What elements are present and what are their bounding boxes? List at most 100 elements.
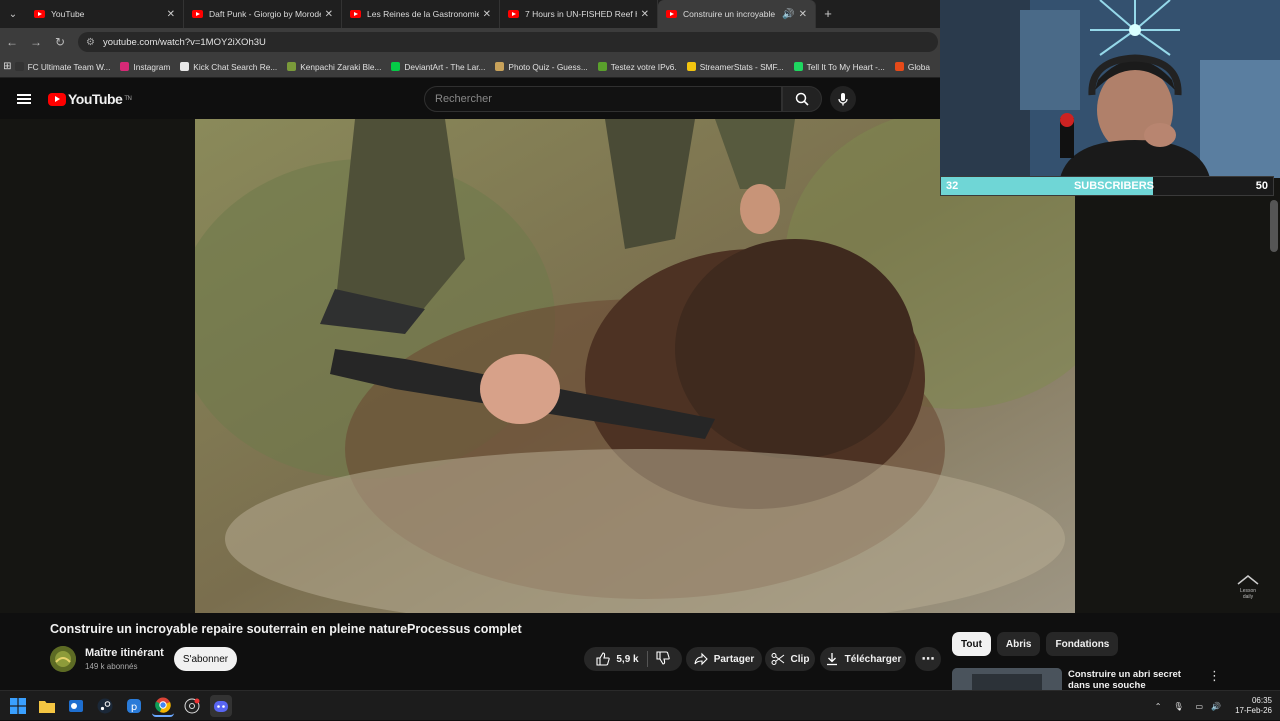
more-actions-button[interactable]: ⋯ (915, 647, 941, 671)
page-scrollbar[interactable] (1270, 200, 1278, 252)
outlook-icon[interactable] (65, 695, 87, 717)
microphone-icon (838, 93, 848, 106)
app-icon[interactable]: p (123, 695, 145, 717)
file-explorer-icon[interactable] (36, 695, 58, 717)
search-button[interactable] (782, 86, 822, 112)
share-button[interactable]: Partager (686, 647, 762, 671)
tab-construire-active[interactable]: Construire un incroyable re 🔊 ✕ (658, 0, 816, 28)
recommendation-menu-icon[interactable]: ⋮ (1208, 668, 1221, 684)
like-button[interactable]: 5,9 k (596, 652, 639, 666)
chip-fondations[interactable]: Fondations (1046, 632, 1119, 656)
close-icon[interactable]: ✕ (325, 9, 333, 20)
channel-name[interactable]: Maître itinérant (85, 647, 164, 659)
menu-icon[interactable] (0, 98, 48, 100)
youtube-logo[interactable]: YouTube TN (48, 91, 132, 107)
voice-search-button[interactable] (830, 86, 856, 112)
search-input[interactable]: Rechercher (424, 86, 782, 112)
system-tray: ⌃ 🎙 ▭ 🔊 06:35 17-Feb-26 (1155, 691, 1272, 721)
apps-grid-icon[interactable]: ⊞ (0, 61, 15, 72)
close-icon[interactable]: ✕ (799, 9, 807, 20)
chip-abris[interactable]: Abris (996, 632, 1041, 656)
bookmark-favicon-icon (180, 62, 190, 71)
close-icon[interactable]: ✕ (641, 9, 649, 20)
network-icon[interactable]: ▭ (1196, 702, 1204, 711)
subscriber-goal-count: 50 (1255, 180, 1268, 192)
tab-title: Les Reines de la Gastronomie d (367, 9, 479, 19)
steam-logo-icon (97, 698, 113, 713)
channel-avatar[interactable] (50, 646, 76, 672)
logo-text: YouTube (68, 91, 123, 107)
windows-start-icon[interactable] (7, 695, 29, 717)
subscriber-goal-text: 32 SUBSCRIBERS 50 (940, 176, 1274, 196)
tab-title: 7 Hours in UN-FISHED Reef Ho (525, 9, 637, 19)
reload-icon[interactable]: ↻ (48, 35, 72, 49)
discord-logo-icon (214, 700, 228, 712)
bookmark-item[interactable]: StreamerStats - SMF... (686, 62, 784, 72)
dislike-button[interactable] (656, 650, 670, 668)
tray-overflow-icon[interactable]: ⌃ (1155, 702, 1162, 711)
thumbnail-image (952, 668, 1062, 690)
tab-search-icon[interactable]: ⌄ (0, 0, 26, 28)
thumbs-down-icon (656, 650, 670, 665)
clock[interactable]: 06:35 17-Feb-26 (1235, 696, 1272, 716)
bookmark-favicon-icon (686, 62, 696, 71)
speaker-icon[interactable]: 🔊 (782, 9, 794, 20)
site-info-icon[interactable]: ⚙ (86, 37, 95, 48)
record-app-icon (184, 698, 200, 713)
bookmarks-bar: ⊞ FC Ultimate Team W... Instagram Kick C… (0, 56, 940, 78)
bookmark-favicon-icon (495, 62, 505, 71)
webcam-image (940, 0, 1280, 178)
tab-daft-punk[interactable]: Daft Punk - Giorgio by Moroder ✕ (184, 0, 342, 28)
tab-title: Construire un incroyable re (683, 9, 779, 19)
back-icon[interactable]: ← (0, 35, 24, 49)
channel-subscriber-count: 149 k abonnés (85, 662, 138, 671)
chip-tout[interactable]: Tout (952, 632, 991, 656)
instagram-icon (120, 62, 130, 71)
thumbs-up-icon (596, 652, 611, 666)
youtube-favicon-icon (34, 10, 45, 18)
close-icon[interactable]: ✕ (483, 9, 491, 20)
tab-youtube[interactable]: YouTube ✕ (26, 0, 184, 28)
youtube-favicon-icon (666, 10, 677, 18)
download-button[interactable]: Télécharger (820, 647, 906, 671)
bookmark-item[interactable]: Photo Quiz - Guess... (495, 62, 588, 72)
recommendation-title[interactable]: Construire un abri secret dans une souch… (1068, 669, 1198, 690)
chrome-icon[interactable] (152, 695, 174, 717)
clip-button[interactable]: Clip (765, 647, 815, 671)
bookmark-item[interactable]: Kenpachi Zaraki Ble... (287, 62, 381, 72)
steam-icon[interactable] (94, 695, 116, 717)
bookmark-item[interactable]: Kick Chat Search Re... (180, 62, 277, 72)
microphone-tray-icon[interactable]: 🎙 (1173, 702, 1183, 711)
bookmark-item[interactable]: Globa (894, 62, 930, 72)
recommendation-thumbnail[interactable] (952, 668, 1062, 690)
close-icon[interactable]: ✕ (167, 9, 175, 20)
scissors-icon (771, 653, 784, 665)
tab-bar: ⌄ YouTube ✕ Daft Punk - Giorgio by Morode… (0, 0, 940, 28)
tab-title: YouTube (51, 9, 85, 19)
forward-icon[interactable]: → (24, 35, 48, 49)
share-label: Partager (713, 653, 755, 665)
bookmark-item[interactable]: Instagram (120, 62, 170, 72)
like-divider (646, 651, 648, 667)
bookmark-favicon-icon (287, 62, 297, 71)
spotify-icon (793, 62, 803, 71)
tab-reef[interactable]: 7 Hours in UN-FISHED Reef Ho ✕ (500, 0, 658, 28)
tab-reines-gastronomie[interactable]: Les Reines de la Gastronomie d ✕ (342, 0, 500, 28)
new-tab-button[interactable]: + (816, 0, 840, 28)
youtube-favicon-icon (508, 10, 519, 18)
bookmark-label: Instagram (133, 61, 171, 72)
bookmark-item[interactable]: Testez votre IPv6. (597, 62, 677, 72)
bookmark-item[interactable]: Tell It To My Heart -... (793, 62, 885, 72)
bookmark-item[interactable]: FC Ultimate Team W... (14, 62, 110, 72)
bookmark-item[interactable]: DeviantArt - The Lar... (391, 62, 485, 72)
video-title: Construire un incroyable repaire souterr… (50, 622, 522, 636)
discord-icon[interactable] (210, 694, 232, 717)
obs-icon[interactable] (181, 695, 203, 717)
folder-icon (39, 700, 55, 713)
volume-icon[interactable]: 🔊 (1211, 702, 1221, 711)
chrome-logo-icon (155, 697, 171, 713)
url-text: youtube.com/watch?v=1MOY2iXOh3U (102, 36, 266, 48)
channel-watermark: Lesson daily (1236, 574, 1260, 600)
url-field[interactable]: ⚙ youtube.com/watch?v=1MOY2iXOh3U (78, 32, 938, 52)
subscribe-button[interactable]: S'abonner (174, 647, 237, 671)
